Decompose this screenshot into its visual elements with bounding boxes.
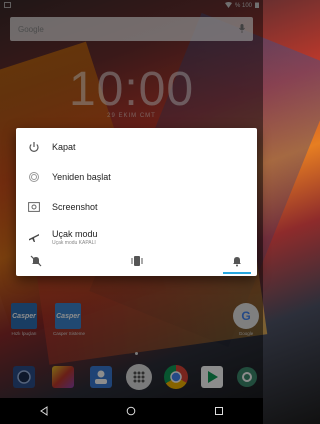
airplane-mode-status: Uçak modu KAPALI	[52, 239, 96, 246]
power-menu-dialog: Kapat Yeniden başlat Screenshot Uçak mod…	[16, 128, 257, 276]
vibrate-icon[interactable]	[127, 251, 147, 271]
screenshot-label: Screenshot	[52, 202, 98, 212]
screenshot-option[interactable]: Screenshot	[16, 193, 257, 221]
restart-label: Yeniden başlat	[52, 172, 111, 182]
screenshot-icon	[26, 199, 42, 215]
bell-icon[interactable]	[223, 251, 251, 274]
home-icon[interactable]	[120, 402, 142, 420]
restart-option[interactable]: Yeniden başlat	[16, 163, 257, 191]
sound-mode-row	[16, 250, 257, 274]
back-icon[interactable]	[33, 402, 55, 420]
restart-icon	[26, 169, 42, 185]
navigation-bar	[0, 398, 263, 424]
airplane-mode-label: Uçak modu	[52, 228, 98, 239]
airplane-mode-option[interactable]: Uçak modu Uçak modu KAPALI	[16, 223, 257, 251]
recents-icon[interactable]	[208, 402, 230, 420]
airplane-icon	[26, 229, 42, 245]
power-off-label: Kapat	[52, 142, 76, 152]
mute-bell-icon[interactable]	[26, 251, 46, 271]
power-icon	[26, 139, 42, 155]
power-off-option[interactable]: Kapat	[16, 133, 257, 161]
